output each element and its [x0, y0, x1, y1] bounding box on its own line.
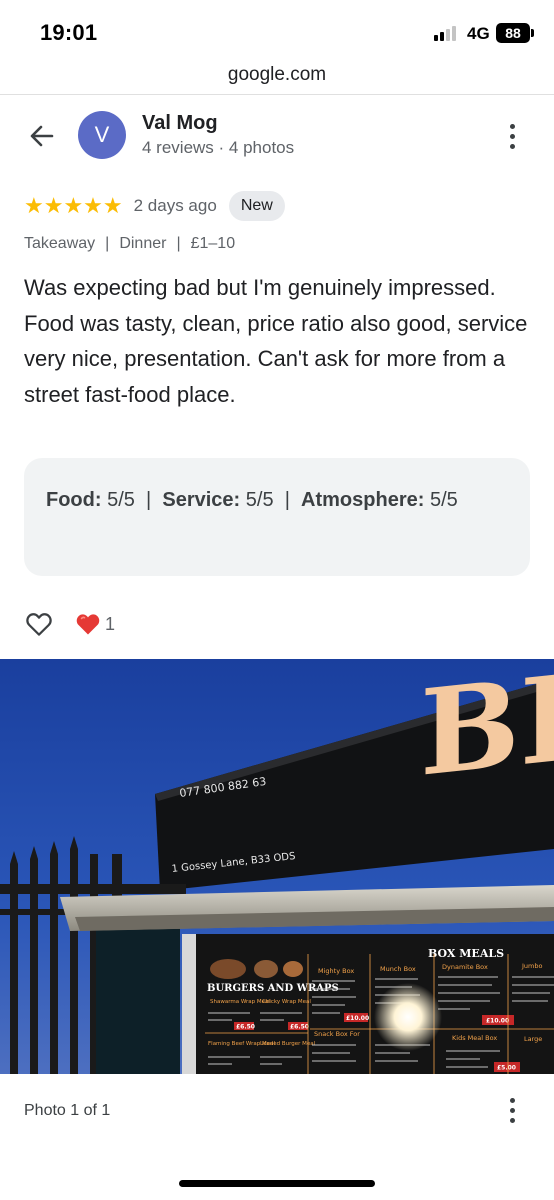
rating-separator: |	[146, 489, 152, 511]
battery-icon: 88	[496, 23, 534, 43]
signal-icon	[434, 26, 456, 41]
food-label: Food:	[46, 489, 102, 511]
tag-meal-time: Dinner	[119, 235, 167, 252]
sign-letters: BI	[420, 659, 554, 803]
menu-heading: Kids Meal Box	[452, 1034, 497, 1042]
menu-heading: Snack Box For	[314, 1030, 360, 1038]
menu-subtitle: Chicky Wrap Meal	[262, 999, 311, 1005]
reaction-count: 1	[105, 613, 116, 634]
review-header: V Val Mog 4 reviews · 4 photos	[0, 96, 554, 180]
photo-counter: Photo 1 of 1	[24, 1102, 111, 1119]
network-type: 4G	[467, 24, 490, 43]
url-bar[interactable]: google.com	[0, 62, 554, 95]
service-value: 5/5	[245, 489, 274, 511]
review-tags: Takeaway | Dinner | £1–10	[24, 235, 235, 253]
review-photo[interactable]: BI 077 800 882 63 1 Gossey Lane, B33 ODS	[0, 659, 554, 1074]
atmosphere-value: 5/5	[429, 489, 458, 511]
review-date: 2 days ago	[133, 196, 217, 215]
menu-heading: Dynamite Box	[442, 963, 488, 971]
back-arrow-icon	[30, 125, 54, 147]
reviewer-meta: 4 reviews · 4 photos	[142, 138, 295, 157]
ratings-box: Food: 5/5 | Service: 5/5 | Atmosphere: 5…	[24, 458, 530, 576]
price-tag: £10.00	[346, 1015, 369, 1022]
more-vert-icon	[509, 1097, 515, 1103]
star-rating: ★★★★★	[24, 193, 123, 218]
photo-footer: Photo 1 of 1	[0, 1074, 554, 1174]
atmosphere-label: Atmosphere:	[301, 489, 425, 511]
review-text: Was expecting bad but I'm genuinely impr…	[24, 275, 528, 407]
price-tag: £5.00	[497, 1065, 516, 1072]
heart-reaction-icon[interactable]	[74, 610, 102, 638]
reactions: 1	[24, 607, 115, 641]
status-time: 19:01	[40, 20, 98, 45]
menu-heading: Munch Box	[380, 965, 416, 973]
heart-outline-icon[interactable]	[24, 609, 54, 639]
tag-separator: |	[105, 235, 110, 252]
rating-row: ★★★★★ 2 days ago New	[24, 190, 285, 222]
food-value: 5/5	[107, 489, 135, 511]
tag-meal-type: Takeaway	[24, 235, 96, 252]
status-bar: 19:01 4G 88	[0, 0, 554, 62]
more-vert-icon	[509, 123, 515, 129]
menu-heading: Mighty Box	[318, 967, 354, 975]
service-label: Service:	[162, 489, 241, 511]
menu-title-right: BOX MEALS	[428, 947, 504, 960]
more-options-button[interactable]	[496, 118, 528, 154]
new-badge: New	[228, 191, 285, 221]
photo-more-options-button[interactable]	[496, 1092, 528, 1128]
home-indicator[interactable]	[179, 1180, 375, 1187]
tag-price: £1–10	[190, 235, 236, 252]
price-tag: £10.00	[486, 1018, 509, 1025]
avatar[interactable]: V	[78, 111, 126, 159]
reviewer-name[interactable]: Val Mog	[142, 112, 218, 135]
menu-subtitle: Loaded Burger Meal	[260, 1041, 316, 1047]
price-tag: £6.50	[236, 1024, 255, 1031]
photo-image: BI 077 800 882 63 1 Gossey Lane, B33 ODS	[0, 659, 554, 1074]
rating-separator: |	[284, 489, 290, 511]
menu-heading: Jumbo	[521, 962, 542, 970]
tag-separator: |	[176, 235, 181, 252]
price-tag: £6.50	[290, 1024, 309, 1031]
menu-heading: Large	[524, 1035, 542, 1043]
back-button[interactable]	[24, 118, 60, 154]
